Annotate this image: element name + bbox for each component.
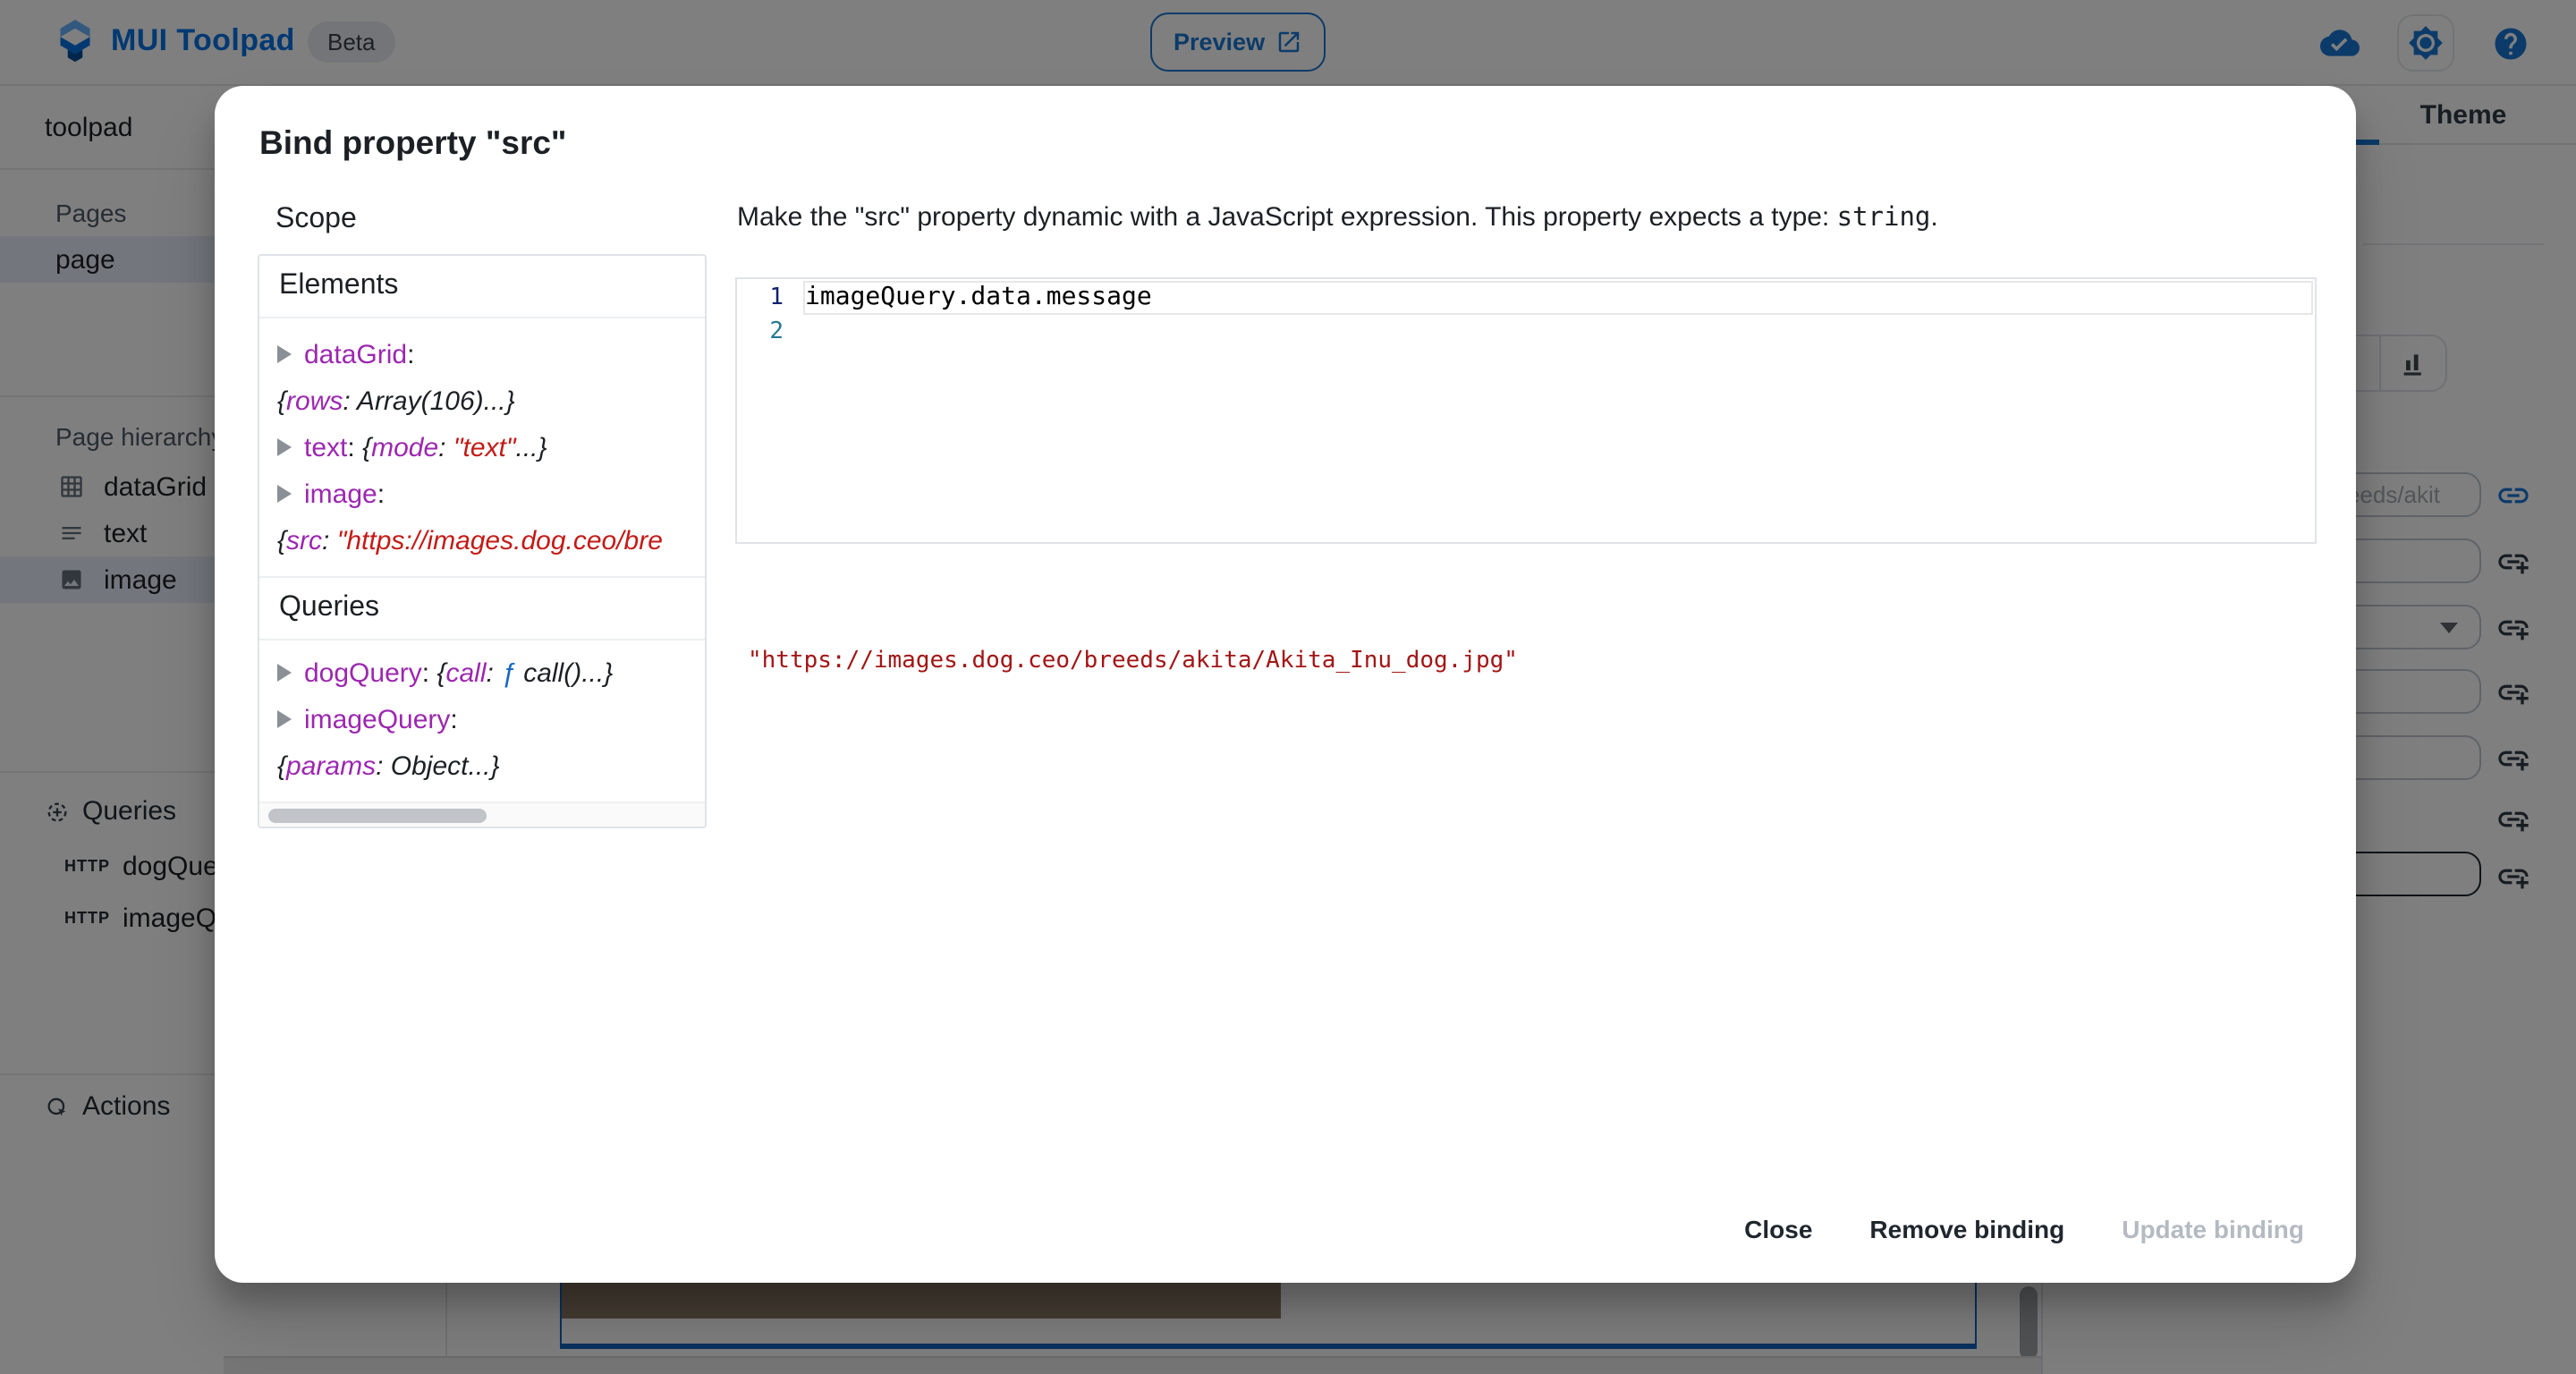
- close-button[interactable]: Close: [1728, 1200, 1828, 1258]
- remove-binding-button[interactable]: Remove binding: [1853, 1200, 2080, 1258]
- evaluated-result: "https://images.dog.ceo/breeds/akita/Aki…: [748, 648, 1518, 674]
- scope-panel: Elements dataGrid: {rows: Array(106)...}…: [258, 254, 707, 828]
- expand-arrow-icon[interactable]: [277, 664, 292, 682]
- line-number-1: 1: [737, 281, 784, 315]
- scope-label: Scope: [275, 204, 357, 236]
- scope-node-imagequery[interactable]: imageQuery:: [277, 698, 705, 744]
- expand-arrow-icon[interactable]: [277, 485, 292, 503]
- expand-arrow-icon[interactable]: [277, 438, 292, 456]
- scope-hscrollbar-track[interactable]: [259, 802, 705, 827]
- scope-node-imagequery-preview: {params: Object...}: [277, 744, 705, 791]
- scope-node-datagrid-preview: {rows: Array(106)...}: [277, 379, 705, 426]
- bind-property-dialog: Bind property "src" Scope Make the "src"…: [215, 86, 2356, 1283]
- dialog-description: Make the "src" property dynamic with a J…: [737, 202, 2311, 233]
- dialog-title: Bind property "src": [259, 123, 567, 163]
- scope-node-datagrid[interactable]: dataGrid:: [277, 333, 705, 379]
- expression-editor[interactable]: 1 2 imageQuery.data.message: [735, 277, 2317, 544]
- queries-tree: dogQuery: {call: ƒ call()...} imageQuery…: [259, 640, 705, 791]
- queries-header: Queries: [259, 578, 705, 640]
- scope-node-image-preview: {src: "https://images.dog.ceo/bre: [277, 519, 705, 565]
- update-binding-button[interactable]: Update binding: [2106, 1200, 2320, 1258]
- elements-header: Elements: [259, 256, 705, 318]
- description-text: Make the "src" property dynamic with a J…: [737, 202, 1837, 233]
- elements-tree: dataGrid: {rows: Array(106)...} text: {m…: [259, 318, 705, 565]
- description-type: string: [1837, 204, 1931, 233]
- scope-node-text[interactable]: text: {mode: "text"...}: [277, 426, 705, 472]
- dialog-actions: Close Remove binding Update binding: [1728, 1200, 2320, 1258]
- line-number-2: 2: [737, 315, 784, 349]
- description-period: .: [1930, 202, 1937, 233]
- expand-arrow-icon[interactable]: [277, 345, 292, 363]
- scope-node-dogquery[interactable]: dogQuery: {call: ƒ call()...}: [277, 651, 705, 698]
- expression-code[interactable]: imageQuery.data.message: [805, 281, 1152, 315]
- scope-hscrollbar-thumb[interactable]: [268, 809, 487, 823]
- toolpad-app: MUI Toolpad Beta Preview toolpad P: [0, 0, 2576, 1374]
- expand-arrow-icon[interactable]: [277, 710, 292, 728]
- scope-node-image[interactable]: image:: [277, 472, 705, 519]
